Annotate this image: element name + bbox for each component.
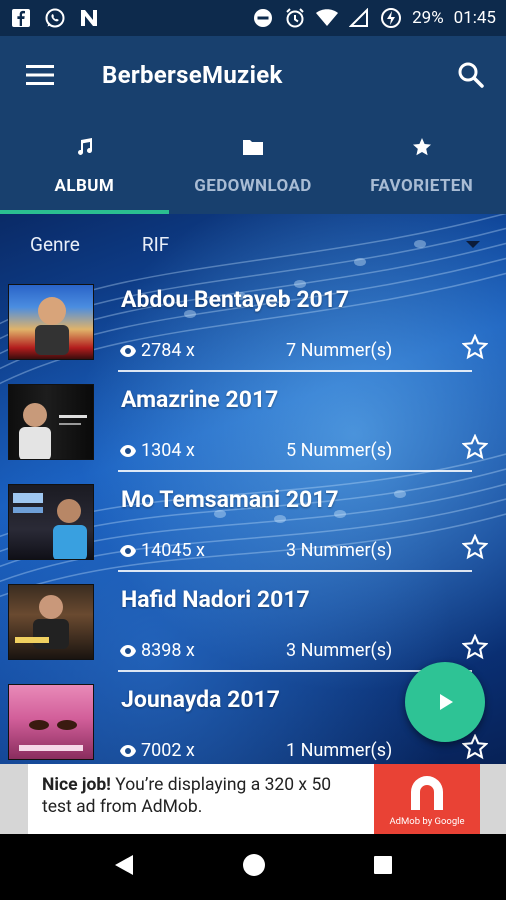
battery-charging-icon bbox=[380, 7, 402, 29]
home-icon[interactable] bbox=[242, 853, 266, 881]
album-item[interactable]: Hafid Nadori 2017 8398 x 3 Nummer(s) bbox=[0, 574, 506, 674]
search-button[interactable] bbox=[436, 36, 506, 114]
album-title: Jounayda 2017 bbox=[121, 686, 280, 713]
dropdown-arrow-icon[interactable] bbox=[466, 240, 480, 248]
view-count: 1304 x bbox=[119, 440, 195, 461]
recents-icon[interactable] bbox=[373, 855, 393, 879]
eye-icon bbox=[119, 544, 137, 558]
album-title: Amazrine 2017 bbox=[121, 386, 279, 413]
search-icon bbox=[458, 62, 484, 88]
hamburger-menu-icon bbox=[26, 65, 54, 85]
clock: 01:45 bbox=[453, 8, 496, 28]
favorite-star-icon[interactable] bbox=[460, 432, 490, 462]
view-count-value: 8398 x bbox=[141, 640, 195, 661]
row-divider bbox=[118, 470, 472, 472]
tab-label: ALBUM bbox=[54, 176, 115, 196]
album-thumbnail bbox=[8, 284, 94, 360]
tab-album[interactable]: ALBUM bbox=[0, 114, 169, 214]
view-count-value: 7002 x bbox=[141, 740, 195, 761]
play-fab-button[interactable] bbox=[405, 662, 485, 742]
album-thumbnail bbox=[8, 484, 94, 560]
genre-dropdown[interactable]: RIF bbox=[142, 233, 169, 256]
app-bar: BerberseMuziek bbox=[0, 36, 506, 114]
admob-logo: AdMob by Google bbox=[374, 764, 480, 834]
view-count: 7002 x bbox=[119, 740, 195, 761]
ad-headline: Nice job! bbox=[42, 775, 111, 795]
tab-bar: ALBUM GEDOWNLOAD FAVORIETEN bbox=[0, 114, 506, 214]
favorite-star-icon[interactable] bbox=[460, 332, 490, 362]
view-count-value: 1304 x bbox=[141, 440, 195, 461]
track-count: 3 Nummer(s) bbox=[286, 640, 393, 661]
ad-banner[interactable]: Nice job! You’re displaying a 320 x 50 t… bbox=[0, 764, 506, 834]
favorite-star-icon[interactable] bbox=[460, 632, 490, 662]
ad-text: Nice job! You’re displaying a 320 x 50 t… bbox=[28, 764, 374, 834]
album-item[interactable]: Abdou Bentayeb 2017 2784 x 7 Nummer(s) bbox=[0, 274, 506, 374]
tab-label: FAVORIETEN bbox=[370, 176, 474, 196]
n-notification-icon bbox=[78, 7, 100, 29]
track-count: 3 Nummer(s) bbox=[286, 540, 393, 561]
track-count: 7 Nummer(s) bbox=[286, 340, 393, 361]
view-count-value: 14045 x bbox=[141, 540, 205, 561]
admob-icon bbox=[411, 775, 443, 810]
row-divider bbox=[118, 370, 472, 372]
status-bar: 29% 01:45 bbox=[0, 0, 506, 36]
app-title: BerberseMuziek bbox=[102, 61, 283, 89]
eye-icon bbox=[119, 344, 137, 358]
genre-filter[interactable]: Genre RIF bbox=[0, 214, 506, 274]
track-count: 5 Nummer(s) bbox=[286, 440, 393, 461]
favorite-star-icon[interactable] bbox=[460, 532, 490, 562]
system-nav-bar bbox=[0, 834, 506, 900]
album-thumbnail bbox=[8, 684, 94, 760]
tab-label: GEDOWNLOAD bbox=[194, 176, 312, 196]
tab-gedownload[interactable]: GEDOWNLOAD bbox=[169, 114, 338, 214]
do-not-disturb-icon bbox=[252, 7, 274, 29]
signal-icon bbox=[348, 7, 370, 29]
track-count: 1 Nummer(s) bbox=[286, 740, 393, 761]
play-icon bbox=[440, 694, 453, 710]
album-item[interactable]: Amazrine 2017 1304 x 5 Nummer(s) bbox=[0, 374, 506, 474]
star-icon bbox=[412, 132, 432, 162]
folder-icon bbox=[242, 132, 264, 162]
battery-percentage: 29% bbox=[412, 8, 444, 28]
view-count: 8398 x bbox=[119, 640, 195, 661]
menu-button[interactable] bbox=[0, 36, 80, 114]
whatsapp-icon bbox=[44, 7, 66, 29]
view-count: 14045 x bbox=[119, 540, 205, 561]
facebook-icon bbox=[10, 7, 32, 29]
filter-label: Genre bbox=[30, 232, 80, 256]
album-title: Abdou Bentayeb 2017 bbox=[121, 286, 350, 313]
music-note-icon bbox=[74, 132, 94, 162]
eye-icon bbox=[119, 444, 137, 458]
eye-icon bbox=[119, 644, 137, 658]
album-thumbnail bbox=[8, 584, 94, 660]
ad-content[interactable]: Nice job! You’re displaying a 320 x 50 t… bbox=[28, 764, 480, 834]
eye-icon bbox=[119, 744, 137, 758]
back-icon[interactable] bbox=[113, 853, 135, 881]
admob-caption: AdMob by Google bbox=[389, 815, 465, 827]
album-title: Hafid Nadori 2017 bbox=[121, 586, 310, 613]
view-count: 2784 x bbox=[119, 340, 195, 361]
wifi-icon bbox=[316, 7, 339, 29]
view-count-value: 2784 x bbox=[141, 340, 195, 361]
tab-favorieten[interactable]: FAVORIETEN bbox=[337, 114, 506, 214]
alarm-icon bbox=[284, 7, 306, 29]
album-item[interactable]: Mo Temsamani 2017 14045 x 3 Nummer(s) bbox=[0, 474, 506, 574]
row-divider bbox=[118, 570, 472, 572]
album-title: Mo Temsamani 2017 bbox=[121, 486, 339, 513]
album-thumbnail bbox=[8, 384, 94, 460]
